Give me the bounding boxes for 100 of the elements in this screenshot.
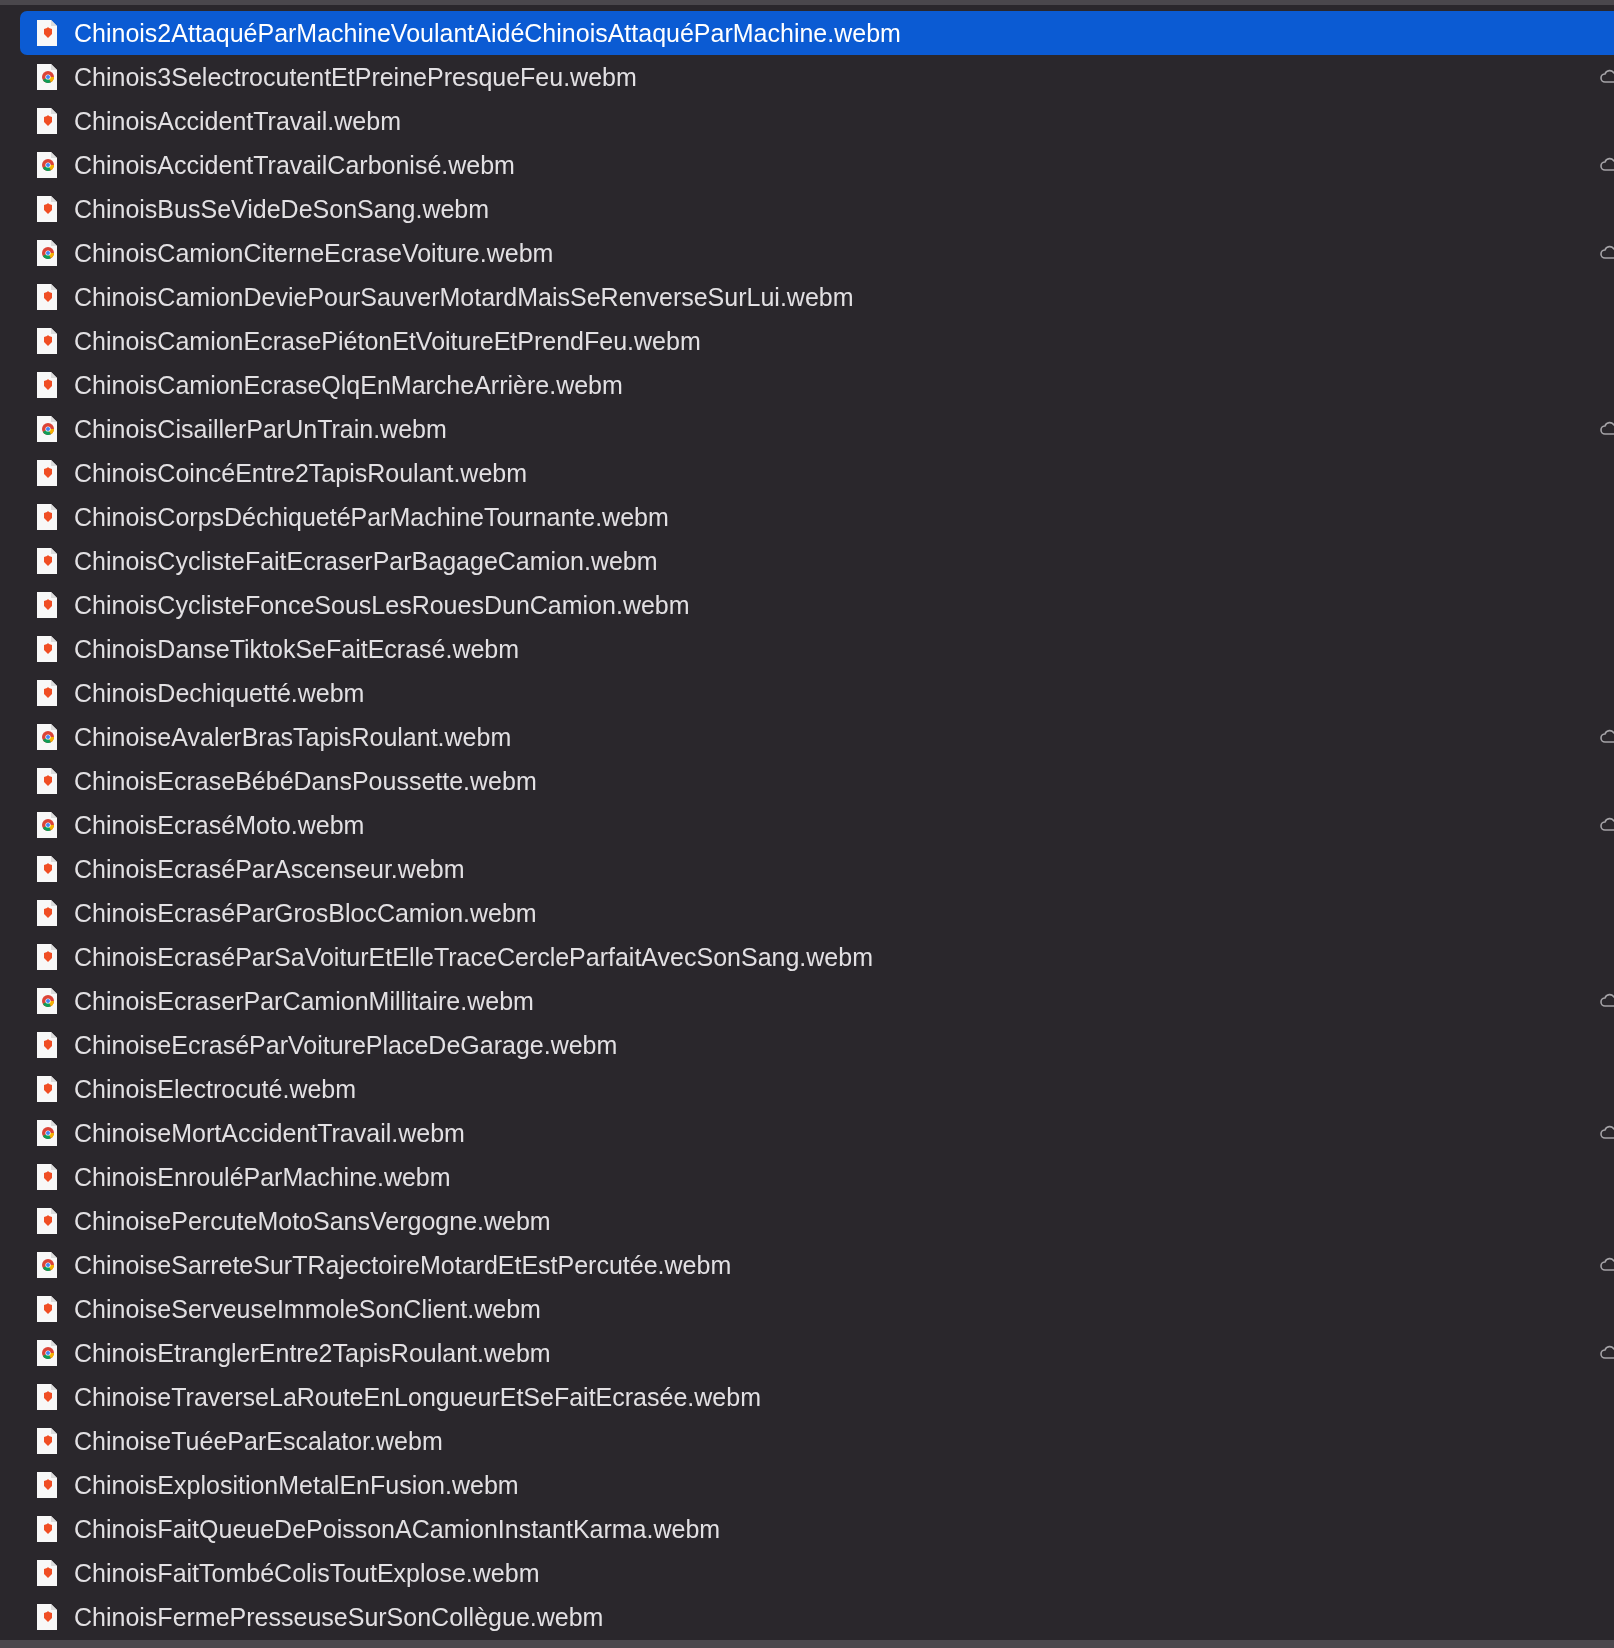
- document-shield-icon: [36, 19, 58, 47]
- document-shield-icon: [36, 1515, 58, 1543]
- file-name: ChinoisEnrouléParMachine.webm: [74, 1162, 451, 1192]
- file-name: ChinoisCisaillerParUnTrain.webm: [74, 414, 447, 444]
- file-name: ChinoisEcraséParSaVoiturEtElleTraceCercleParfaitAvecSonSang.webm: [74, 942, 873, 972]
- file-name: ChinoisFaitTombéColisToutExplose.webm: [74, 1558, 540, 1588]
- document-globe-icon: [36, 1119, 58, 1147]
- document-shield-icon: [36, 635, 58, 663]
- file-name: ChinoisEcraséParAscenseur.webm: [74, 854, 465, 884]
- file-name: ChinoisDanseTiktokSeFaitEcrasé.webm: [74, 634, 520, 664]
- file-name: ChinoisEcraséParGrosBlocCamion.webm: [74, 898, 537, 928]
- file-row[interactable]: Chinois2AttaquéParMachineVoulantAidéChinoisAttaquéParMachine.webm: [20, 11, 1614, 55]
- file-row[interactable]: Chinois3SelectrocutentEtPreinePresqueFeu.webm: [20, 55, 1614, 99]
- file-name: ChinoisCamionEcrasePiétonEtVoitureEtPrendFeu.webm: [74, 326, 701, 356]
- file-row[interactable]: ChinoisCorpsDéchiquetéParMachineTournante.webm: [20, 495, 1614, 539]
- document-shield-icon: [36, 767, 58, 795]
- document-globe-icon: [36, 415, 58, 443]
- file-row[interactable]: ChinoisEcraséParGrosBlocCamion.webm: [20, 891, 1614, 935]
- file-name: ChinoisCamionDeviePourSauverMotardMaisSeRenverseSurLui.webm: [74, 282, 854, 312]
- file-name: ChinoiseSarreteSurTRajectoireMotardEtEstPercutée.webm: [74, 1250, 732, 1280]
- file-row[interactable]: ChinoisEcraséParSaVoiturEtElleTraceCercleParfaitAvecSonSang.webm: [20, 935, 1614, 979]
- document-globe-icon: [36, 723, 58, 751]
- file-row[interactable]: ChinoiseSarreteSurTRajectoireMotardEtEstPercutée.webm: [20, 1243, 1614, 1287]
- file-row[interactable]: ChinoisDechiquetté.webm: [20, 671, 1614, 715]
- document-shield-icon: [36, 503, 58, 531]
- file-row[interactable]: ChinoisCyclisteFonceSousLesRouesDunCamion.webm: [20, 583, 1614, 627]
- file-name: ChinoisEtranglerEntre2TapisRoulant.webm: [74, 1338, 551, 1368]
- document-shield-icon: [36, 371, 58, 399]
- file-name: ChinoisEcraseBébéDansPoussette.webm: [74, 766, 537, 796]
- file-name: ChinoiseMortAccidentTravail.webm: [74, 1118, 465, 1148]
- file-name: ChinoisEcraséMoto.webm: [74, 810, 365, 840]
- document-shield-icon: [36, 1207, 58, 1235]
- file-row[interactable]: ChinoisElectrocuté.webm: [20, 1067, 1614, 1111]
- document-globe-icon: [36, 63, 58, 91]
- file-row[interactable]: ChinoisePercuteMotoSansVergogne.webm: [20, 1199, 1614, 1243]
- file-name: ChinoisExplositionMetalEnFusion.webm: [74, 1470, 519, 1500]
- document-globe-icon: [36, 239, 58, 267]
- file-row[interactable]: ChinoisDanseTiktokSeFaitEcrasé.webm: [20, 627, 1614, 671]
- file-name: ChinoisElectrocuté.webm: [74, 1074, 357, 1104]
- document-shield-icon: [36, 195, 58, 223]
- file-row[interactable]: ChinoiseEcraséParVoiturePlaceDeGarage.webm: [20, 1023, 1614, 1067]
- file-row[interactable]: ChinoisAccidentTravailCarbonisé.webm: [20, 143, 1614, 187]
- document-shield-icon: [36, 1031, 58, 1059]
- file-name: ChinoisCyclisteFaitEcraserParBagageCamion.webm: [74, 546, 658, 576]
- document-shield-icon: [36, 943, 58, 971]
- file-row[interactable]: ChinoisEtranglerEntre2TapisRoulant.webm: [20, 1331, 1614, 1375]
- file-row[interactable]: ChinoiseServeuseImmoleSonClient.webm: [20, 1287, 1614, 1331]
- document-shield-icon: [36, 1075, 58, 1103]
- file-name: ChinoisBusSeVideDeSonSang.webm: [74, 194, 490, 224]
- file-row[interactable]: ChinoisCamionDeviePourSauverMotardMaisSeRenverseSurLui.webm: [20, 275, 1614, 319]
- document-globe-icon: [36, 987, 58, 1015]
- file-name: ChinoisDechiquetté.webm: [74, 678, 365, 708]
- document-shield-icon: [36, 1295, 58, 1323]
- file-name: ChinoiseTraverseLaRouteEnLongueurEtSeFaitEcrasée.webm: [74, 1382, 761, 1412]
- file-row[interactable]: ChinoiseTuéeParEscalator.webm: [20, 1419, 1614, 1463]
- document-shield-icon: [36, 679, 58, 707]
- file-row[interactable]: ChinoisCamionEcrasePiétonEtVoitureEtPrendFeu.webm: [20, 319, 1614, 363]
- file-row[interactable]: ChinoiseMortAccidentTravail.webm: [20, 1111, 1614, 1155]
- file-name: Chinois2AttaquéParMachineVoulantAidéChinoisAttaquéParMachine.webm: [74, 18, 901, 48]
- file-row[interactable]: ChinoisEcraséMoto.webm: [20, 803, 1614, 847]
- document-shield-icon: [36, 1383, 58, 1411]
- file-row[interactable]: ChinoisEcraséParAscenseur.webm: [20, 847, 1614, 891]
- document-shield-icon: [36, 855, 58, 883]
- file-row[interactable]: ChinoisFaitQueueDePoissonACamionInstantKarma.webm: [20, 1507, 1614, 1551]
- file-row[interactable]: ChinoisBusSeVideDeSonSang.webm: [20, 187, 1614, 231]
- document-shield-icon: [36, 899, 58, 927]
- document-shield-icon: [36, 459, 58, 487]
- document-shield-icon: [36, 283, 58, 311]
- file-name: ChinoiseTuéeParEscalator.webm: [74, 1426, 443, 1456]
- file-row[interactable]: ChinoisFaitTombéColisToutExplose.webm: [20, 1551, 1614, 1595]
- file-row[interactable]: ChinoisEcraserParCamionMillitaire.webm: [20, 979, 1614, 1023]
- file-row[interactable]: ChinoisCamionEcraseQlqEnMarcheArrière.webm: [20, 363, 1614, 407]
- file-name: ChinoisCorpsDéchiquetéParMachineTournante.webm: [74, 502, 669, 532]
- document-shield-icon: [36, 591, 58, 619]
- document-shield-icon: [36, 547, 58, 575]
- file-name: ChinoisFermePresseuseSurSonCollègue.webm: [74, 1602, 604, 1632]
- file-row[interactable]: ChinoiseAvalerBrasTapisRoulant.webm: [20, 715, 1614, 759]
- document-shield-icon: [36, 1471, 58, 1499]
- file-row[interactable]: ChinoisAccidentTravail.webm: [20, 99, 1614, 143]
- document-globe-icon: [36, 811, 58, 839]
- file-row[interactable]: ChinoisCamionCiterneEcraseVoiture.webm: [20, 231, 1614, 275]
- document-globe-icon: [36, 1251, 58, 1279]
- file-row[interactable]: ChinoisFermePresseuseSurSonCollègue.webm: [20, 1595, 1614, 1639]
- file-name: ChinoisePercuteMotoSansVergogne.webm: [74, 1206, 551, 1236]
- file-row[interactable]: ChinoisCisaillerParUnTrain.webm: [20, 407, 1614, 451]
- file-name: ChinoisFaitQueueDePoissonACamionInstantKarma.webm: [74, 1514, 721, 1544]
- file-name: ChinoiseServeuseImmoleSonClient.webm: [74, 1294, 541, 1324]
- document-shield-icon: [36, 1163, 58, 1191]
- file-row[interactable]: ChinoisCyclisteFaitEcraserParBagageCamion.webm: [20, 539, 1614, 583]
- file-name: ChinoiseEcraséParVoiturePlaceDeGarage.webm: [74, 1030, 618, 1060]
- file-row[interactable]: ChinoisExplositionMetalEnFusion.webm: [20, 1463, 1614, 1507]
- document-shield-icon: [36, 1427, 58, 1455]
- file-row[interactable]: ChinoiseTraverseLaRouteEnLongueurEtSeFaitEcrasée.webm: [20, 1375, 1614, 1419]
- file-row[interactable]: ChinoisEcraseBébéDansPoussette.webm: [20, 759, 1614, 803]
- file-row[interactable]: ChinoisCoincéEntre2TapisRoulant.webm: [20, 451, 1614, 495]
- file-name: ChinoisAccidentTravailCarbonisé.webm: [74, 150, 515, 180]
- document-shield-icon: [36, 327, 58, 355]
- document-globe-icon: [36, 1339, 58, 1367]
- document-shield-icon: [36, 1603, 58, 1631]
- file-row[interactable]: ChinoisEnrouléParMachine.webm: [20, 1155, 1614, 1199]
